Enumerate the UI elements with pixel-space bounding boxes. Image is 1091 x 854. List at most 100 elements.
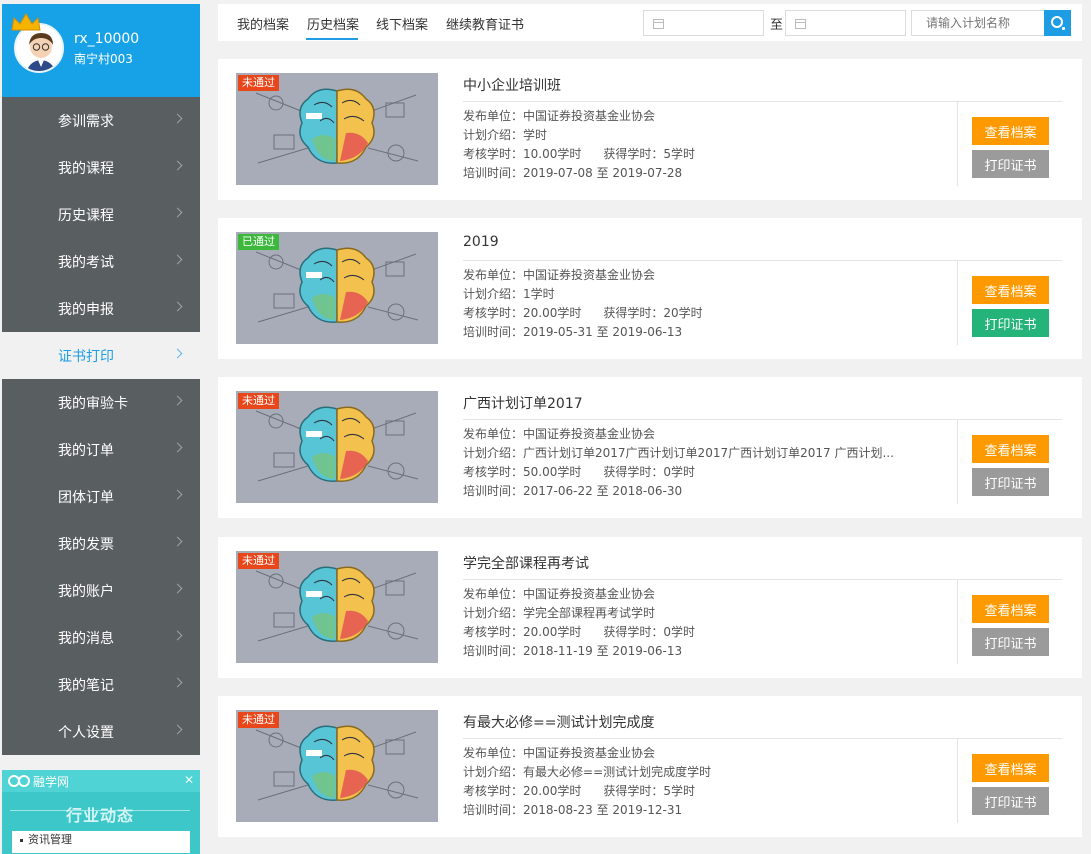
brand-logo-icon [8, 775, 30, 787]
intro-row: 计划介绍：广西计划订单2017广西计划订单2017广西计划订单2017 广西计划… [463, 446, 894, 460]
sidebar-item-personal-settings[interactable]: 个人设置 [2, 708, 200, 755]
intro-row: 计划介绍：有最大必修==测试计划完成度学时 [463, 765, 712, 779]
sidebar-item-my-courses[interactable]: 我的课程 [2, 144, 200, 191]
assess-hours-value: 20.00学时 [523, 625, 582, 639]
card-divider [463, 738, 1062, 739]
sidebar-item-my-messages[interactable]: 我的消息 [2, 614, 200, 661]
earned-hours-value: 0学时 [663, 465, 696, 479]
date-range-separator: 至 [770, 18, 784, 33]
print-certificate-button[interactable]: 打印证书 [972, 628, 1049, 656]
chevron-right-icon [172, 489, 183, 500]
print-certificate-button[interactable]: 打印证书 [972, 468, 1049, 496]
chevron-right-icon [172, 442, 183, 453]
sidebar-item-my-orders[interactable]: 我的订单 [2, 426, 200, 473]
publisher-row: 发布单位：中国证券投资基金业协会 [463, 587, 656, 601]
sidebar-item-my-exams[interactable]: 我的考试 [2, 238, 200, 285]
ad-header: 融学网 [2, 770, 200, 792]
print-certificate-button[interactable]: 打印证书 [972, 150, 1049, 178]
chevron-right-icon [172, 630, 183, 641]
sidebar-item-group-orders[interactable]: 团体订单 [2, 473, 200, 520]
sidebar-item-my-account[interactable]: 我的账户 [2, 567, 200, 614]
search-icon [1051, 16, 1065, 30]
archive-tabs-bar: 我的档案 历史档案 线下档案 继续教育证书 至 [218, 4, 1082, 41]
hours-row: 考核学时：50.00学时 获得学时：0学时 [463, 465, 696, 479]
course-thumbnail[interactable]: 未通过 [236, 391, 438, 503]
user-name: rx_10000 [74, 31, 140, 47]
training-time-value: 2019-05-31 至 2019-06-13 [523, 325, 683, 339]
tab-continuing-education-certificate[interactable]: 继续教育证书 [446, 14, 524, 33]
sidebar-item-review-card[interactable]: 我的审验卡 [2, 379, 200, 426]
print-certificate-button[interactable]: 打印证书 [972, 787, 1049, 815]
publisher-value: 中国证券投资基金业协会 [523, 427, 656, 441]
chevron-right-icon [172, 301, 183, 312]
card-divider [463, 101, 1062, 102]
chevron-right-icon [172, 724, 183, 735]
time-row: 培训时间：2018-08-23 至 2019-12-31 [463, 803, 683, 817]
course-thumbnail[interactable]: 已通过 [236, 232, 438, 344]
sidebar: rx_10000 南宁村003 参训需求 我的课程 历史课程 我的考试 我的申报… [2, 4, 200, 854]
sidebar-item-history-courses[interactable]: 历史课程 [2, 191, 200, 238]
time-row: 培训时间：2017-06-22 至 2018-06-30 [463, 484, 683, 498]
intro-row: 计划介绍：学完全部课程再考试学时 [463, 606, 656, 620]
end-date-input[interactable] [785, 10, 906, 36]
plan-title: 有最大必修==测试计划完成度 [463, 715, 655, 731]
plan-title: 中小企业培训班 [463, 78, 561, 94]
archive-card: 未通过 有最大必修==测试计划完成度 发布单位：中国证券投资基金业协会 计划介绍… [218, 696, 1082, 837]
intro-value: 1学时 [523, 287, 555, 301]
search-button[interactable] [1044, 10, 1071, 36]
earned-hours-value: 20学时 [663, 306, 703, 320]
sidebar-item-my-declarations[interactable]: 我的申报 [2, 285, 200, 332]
status-badge: 未通过 [238, 553, 279, 569]
publisher-value: 中国证券投资基金业协会 [523, 109, 656, 123]
tab-history-archive[interactable]: 历史档案 [307, 14, 359, 33]
ad-title: 行业动态 [66, 806, 135, 825]
industry-news-ad[interactable]: 融学网 ✕ 行业动态 资讯管理 [2, 770, 200, 854]
tab-offline-archive[interactable]: 线下档案 [376, 14, 428, 33]
ad-brand: 融学网 [33, 774, 70, 789]
time-row: 培训时间：2019-05-31 至 2019-06-13 [463, 325, 683, 339]
plan-title: 学完全部课程再考试 [463, 556, 589, 572]
tab-my-archive[interactable]: 我的档案 [237, 14, 289, 33]
time-row: 培训时间：2019-07-08 至 2019-07-28 [463, 166, 683, 180]
chevron-right-icon [172, 536, 183, 547]
sidebar-item-certificate-print[interactable]: 证书打印 [2, 332, 200, 379]
earned-hours-value: 5学时 [663, 784, 696, 798]
view-archive-button[interactable]: 查看档案 [972, 595, 1049, 623]
user-org: 南宁村003 [74, 52, 133, 66]
plan-title: 2019 [463, 234, 499, 250]
view-archive-button[interactable]: 查看档案 [972, 276, 1049, 304]
course-thumbnail[interactable]: 未通过 [236, 710, 438, 822]
archive-card: 未通过 广西计划订单2017 发布单位：中国证券投资基金业协会 计划介绍：广西计… [218, 377, 1082, 518]
start-date-input[interactable] [643, 10, 764, 36]
sidebar-item-my-notes[interactable]: 我的笔记 [2, 661, 200, 708]
view-archive-button[interactable]: 查看档案 [972, 435, 1049, 463]
chevron-right-icon [172, 207, 183, 218]
card-divider [463, 579, 1062, 580]
view-archive-button[interactable]: 查看档案 [972, 117, 1049, 145]
assess-hours-value: 50.00学时 [523, 465, 582, 479]
archive-card: 已通过 2019 发布单位：中国证券投资基金业协会 计划介绍：1学时 考核学时：… [218, 218, 1082, 359]
print-certificate-button[interactable]: 打印证书 [972, 309, 1049, 337]
intro-value: 有最大必修==测试计划完成度学时 [523, 765, 712, 779]
chevron-right-icon [172, 254, 183, 265]
hours-row: 考核学时：10.00学时 获得学时：5学时 [463, 147, 696, 161]
course-thumbnail[interactable]: 未通过 [236, 551, 438, 663]
publisher-value: 中国证券投资基金业协会 [523, 268, 656, 282]
plan-name-search-input[interactable] [911, 10, 1045, 36]
sidebar-item-training-needs[interactable]: 参训需求 [2, 97, 200, 144]
sidebar-item-my-invoices[interactable]: 我的发票 [2, 520, 200, 567]
training-time-value: 2018-11-19 至 2019-06-13 [523, 644, 683, 658]
calendar-icon [795, 19, 806, 29]
publisher-row: 发布单位：中国证券投资基金业协会 [463, 109, 656, 123]
chevron-right-icon [172, 348, 183, 359]
plan-title: 广西计划订单2017 [463, 396, 583, 412]
card-vertical-divider [957, 420, 958, 504]
course-thumbnail[interactable]: 未通过 [236, 73, 438, 185]
view-archive-button[interactable]: 查看档案 [972, 754, 1049, 782]
intro-row: 计划介绍：1学时 [463, 287, 555, 301]
chevron-right-icon [172, 395, 183, 406]
card-divider [463, 260, 1062, 261]
close-icon[interactable]: ✕ [184, 773, 194, 787]
chevron-right-icon [172, 160, 183, 171]
assess-hours-value: 20.00学时 [523, 784, 582, 798]
